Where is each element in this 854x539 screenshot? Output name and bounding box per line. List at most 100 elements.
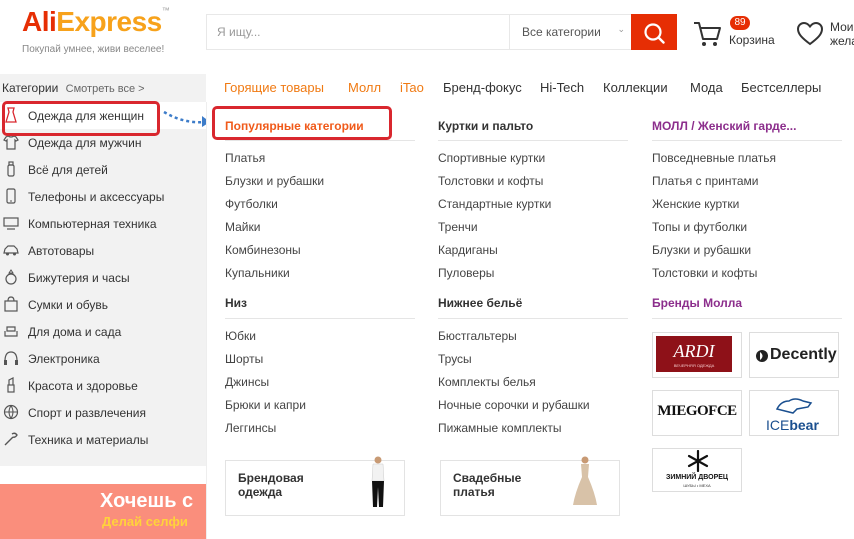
sidebar-title: Категории <box>2 81 59 95</box>
search-input[interactable] <box>207 15 509 49</box>
computer-icon <box>3 217 19 230</box>
sidebar-header: Категории Смотреть все > <box>0 74 206 102</box>
sidebar-item[interactable]: Компьютерная техника <box>0 210 206 237</box>
highlight-box-women-clothing <box>2 101 160 136</box>
sidebar-item[interactable]: Электроника <box>0 345 206 372</box>
menu-link[interactable]: Купальники <box>225 266 290 280</box>
heading-jackets-coats[interactable]: Куртки и пальто <box>438 119 533 133</box>
sidebar-item-label: Автотовары <box>28 244 95 258</box>
snowflake-icon <box>687 450 709 472</box>
brand-zimniy-dvorets[interactable]: ЗИМНИЙ ДВОРЕЦ ШУБЫ • МЕХА <box>652 448 742 492</box>
nav-collections[interactable]: Коллекции <box>603 80 668 95</box>
nav-mall[interactable]: Молл <box>348 80 381 95</box>
category-mega-menu: Популярные категории Платья Блузки и руба… <box>206 102 854 539</box>
menu-link[interactable]: Блузки и рубашки <box>225 174 324 188</box>
menu-link[interactable]: Шорты <box>225 352 263 366</box>
cart-button[interactable]: 89 Корзина <box>692 16 782 48</box>
shirt-icon <box>3 135 19 150</box>
menu-link[interactable]: Тренчи <box>438 220 478 234</box>
heading-underwear[interactable]: Нижнее бельё <box>438 296 522 310</box>
sidebar-item-label: Компьютерная техника <box>28 217 157 231</box>
brand-miegofce[interactable]: MIEGOFCE <box>652 390 742 436</box>
menu-link[interactable]: Топы и футболки <box>652 220 747 234</box>
sidebar-item[interactable]: Техника и материалы <box>0 426 206 453</box>
search-icon <box>644 23 665 44</box>
sidebar-item-label: Всё для детей <box>28 163 108 177</box>
nav-brand-focus[interactable]: Бренд-фокус <box>443 80 522 95</box>
card-wedding-dresses[interactable]: Свадебные платья <box>440 456 620 516</box>
search-category-select[interactable]: Все категории ⌄ <box>509 15 631 49</box>
highlight-box-popular-categories <box>212 106 392 140</box>
bag-icon <box>4 296 18 312</box>
menu-link[interactable]: Джинсы <box>225 375 269 389</box>
cart-count-badge: 89 <box>730 16 750 30</box>
menu-link[interactable]: Комплекты белья <box>438 375 536 389</box>
card-brand-clothing[interactable]: Брендовая одежда <box>225 456 405 516</box>
sidebar-item-label: Красота и здоровье <box>28 379 138 393</box>
sidebar-item[interactable]: Для дома и сада <box>0 318 206 345</box>
sidebar-item-label: Бижутерия и часы <box>28 271 130 285</box>
menu-link[interactable]: Толстовки и кофты <box>652 266 757 280</box>
menu-link[interactable]: Толстовки и кофты <box>438 174 543 188</box>
sidebar-item[interactable]: Спорт и развлечения <box>0 399 206 426</box>
menu-link[interactable]: Майки <box>225 220 260 234</box>
menu-link[interactable]: Леггинсы <box>225 421 276 435</box>
heading-bottoms[interactable]: Низ <box>225 296 247 310</box>
selfie-promo-banner[interactable]: Хочешь с Делай селфи <box>0 484 206 539</box>
menu-link[interactable]: Платья с принтами <box>652 174 758 188</box>
sidebar-item[interactable]: Бижутерия и часы <box>0 264 206 291</box>
sidebar-item-label: Сумки и обувь <box>28 298 109 312</box>
sidebar-item[interactable]: Автотовары <box>0 237 206 264</box>
menu-link[interactable]: Женские куртки <box>652 197 739 211</box>
search-button[interactable] <box>631 14 677 50</box>
see-all-link[interactable]: Смотреть все > <box>66 83 145 95</box>
ball-icon <box>3 404 19 420</box>
menu-link[interactable]: Стандартные куртки <box>438 197 551 211</box>
heading-mall-brands[interactable]: Бренды Молла <box>652 296 742 310</box>
menu-link[interactable]: Повседневные платья <box>652 151 776 165</box>
chevron-down-icon: ⌄ <box>617 24 625 34</box>
sidebar-item[interactable]: Телефоны и аксессуары <box>0 183 206 210</box>
heart-icon <box>796 21 824 46</box>
nav-bestsellers[interactable]: Бестселлеры <box>741 80 821 95</box>
cart-label: Корзина <box>729 33 775 47</box>
brand-icebear[interactable]: ICEbear <box>749 390 839 436</box>
brand-ardi[interactable]: ARDI ВЕЧЕРНЯЯ ОДЕЖДА <box>652 332 742 378</box>
sidebar-item[interactable]: Сумки и обувь <box>0 291 206 318</box>
brand-decently[interactable]: Decently <box>749 332 839 378</box>
menu-link[interactable]: Ночные сорочки и рубашки <box>438 398 590 412</box>
sidebar-item[interactable]: Красота и здоровье <box>0 372 206 399</box>
sidebar-item-label: Одежда для мужчин <box>28 136 142 150</box>
tagline: Покупай умнее, живи веселее! <box>22 44 165 55</box>
menu-link[interactable]: Платья <box>225 151 265 165</box>
menu-link[interactable]: Пуловеры <box>438 266 494 280</box>
nav-itao[interactable]: iTao <box>400 80 424 95</box>
aliexpress-logo[interactable]: AliExpress™ <box>22 6 170 38</box>
menu-link[interactable]: Блузки и рубашки <box>652 243 751 257</box>
menu-link[interactable]: Юбки <box>225 329 256 343</box>
menu-link[interactable]: Брюки и капри <box>225 398 306 412</box>
sidebar-item-label: Техника и материалы <box>28 433 149 447</box>
sidebar-item-label: Для дома и сада <box>28 325 122 339</box>
menu-link[interactable]: Трусы <box>438 352 472 366</box>
card-wedding-dresses-label: Свадебные платья <box>453 471 522 499</box>
menu-link[interactable]: Спортивные куртки <box>438 151 545 165</box>
site-header: AliExpress™ Покупай умнее, живи веселее!… <box>0 0 854 70</box>
headphones-icon <box>4 351 18 365</box>
nav-hi-tech[interactable]: Hi-Tech <box>540 80 584 95</box>
nav-hot-deals[interactable]: Горящие товары <box>224 80 324 95</box>
car-icon <box>3 245 19 256</box>
menu-link[interactable]: Пижамные комплекты <box>438 421 562 435</box>
lipstick-icon <box>7 377 15 393</box>
menu-link[interactable]: Бюстгальтеры <box>438 329 517 343</box>
menu-link[interactable]: Комбинезоны <box>225 243 301 257</box>
menu-link[interactable]: Кардиганы <box>438 243 498 257</box>
nav-fashion[interactable]: Мода <box>690 80 723 95</box>
tools-icon <box>4 432 18 446</box>
heading-mall-women-wardrobe[interactable]: МОЛЛ / Женский гарде... <box>652 119 796 133</box>
wishlist-button[interactable]: Моижела <box>796 18 854 48</box>
sidebar-item-label: Электроника <box>28 352 100 366</box>
wedding-dress-image <box>573 456 597 505</box>
sidebar-item[interactable]: Всё для детей <box>0 156 206 183</box>
menu-link[interactable]: Футболки <box>225 197 278 211</box>
